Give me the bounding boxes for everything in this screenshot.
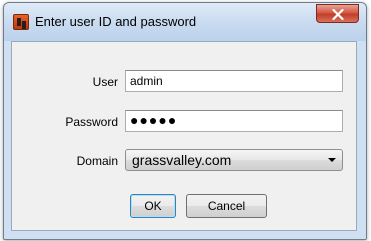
window-title: Enter user ID and password [35,14,197,29]
ok-button[interactable]: OK [130,194,176,218]
domain-select[interactable]: grassvalley.com [125,149,343,171]
chevron-down-icon [328,158,336,162]
title-bar[interactable]: Enter user ID and password [4,3,366,41]
login-dialog: Enter user ID and password User Password… [3,2,367,240]
dialog-body: User Password ●●●●● Domain grassvalley.c… [11,41,357,231]
domain-value: grassvalley.com [132,152,232,168]
password-field[interactable]: ●●●●● [125,110,343,132]
user-field[interactable] [125,70,343,92]
domain-label: Domain [76,154,118,168]
close-button[interactable] [316,4,359,23]
password-label: Password [65,115,118,129]
user-label: User [92,75,118,89]
app-icon [13,14,29,30]
cancel-button[interactable]: Cancel [186,194,267,218]
close-icon [332,9,344,20]
